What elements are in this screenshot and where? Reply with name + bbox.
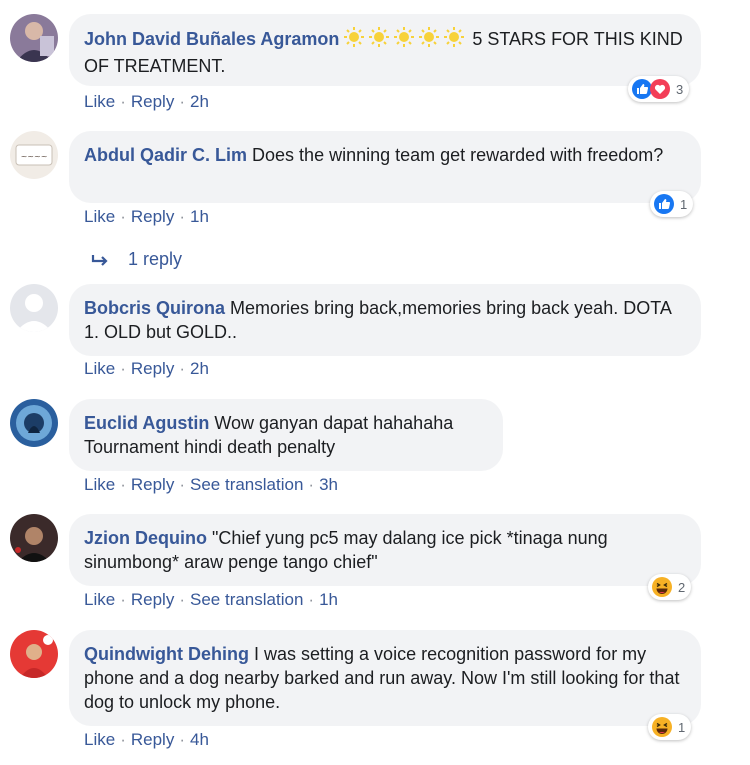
timestamp[interactable]: 3h (319, 475, 338, 494)
sun-icon (369, 27, 390, 47)
timestamp[interactable]: 1h (319, 590, 338, 609)
star-rating-icons (343, 26, 468, 54)
comment-author[interactable]: John David Buñales Agramon (84, 29, 339, 49)
comment-bubble: Bobcris Quirona Memories bring back,memo… (69, 284, 701, 356)
separator-dot: · (179, 207, 185, 226)
separator-dot: · (308, 475, 315, 494)
reaction-count: 2 (678, 579, 686, 595)
reaction-summary[interactable]: 2 (648, 574, 692, 600)
reaction-count: 3 (676, 81, 684, 97)
avatar[interactable] (10, 630, 58, 678)
separator-dot: · (179, 730, 185, 749)
comment-author[interactable]: Abdul Qadir C. Lim (84, 145, 247, 165)
timestamp[interactable]: 2h (190, 359, 209, 378)
love-icon (650, 79, 670, 99)
separator-dot: · (308, 590, 315, 609)
reply-arrow-icon (91, 254, 108, 266)
separator-dot: · (120, 475, 126, 494)
timestamp[interactable]: 1h (190, 207, 209, 226)
comment-author[interactable]: Quindwight Dehing (84, 644, 249, 664)
comment-bubble: John David Buñales Agramon 5 STARS FOR T… (69, 14, 701, 86)
comment-actions: Like · Reply · See translation · 1h (84, 590, 338, 610)
reply-link[interactable]: Reply (131, 359, 174, 378)
like-icon (654, 194, 674, 214)
reaction-count: 1 (678, 719, 686, 735)
comment-actions: Like · Reply · 1h (84, 207, 209, 227)
comment-author[interactable]: Bobcris Quirona (84, 298, 225, 318)
separator-dot: · (179, 359, 185, 378)
avatar[interactable] (10, 284, 58, 332)
see-translation-link[interactable]: See translation (190, 590, 303, 609)
separator-dot: · (179, 92, 185, 111)
comment-author[interactable]: Jzion Dequino (84, 528, 207, 548)
like-link[interactable]: Like (84, 207, 115, 226)
separator-dot: · (120, 207, 126, 226)
comment-actions: Like · Reply · See translation · 3h (84, 475, 338, 495)
sun-icon (344, 27, 365, 47)
view-replies-link[interactable]: 1 reply (90, 249, 182, 270)
separator-dot: · (120, 730, 126, 749)
separator-dot: · (120, 590, 126, 609)
comment-actions: Like · Reply · 4h (84, 730, 209, 750)
separator-dot: · (179, 590, 185, 609)
like-link[interactable]: Like (84, 359, 115, 378)
timestamp[interactable]: 4h (190, 730, 209, 749)
sun-icon (444, 27, 465, 47)
replies-count-label: 1 reply (128, 249, 183, 269)
reaction-summary[interactable]: 3 (628, 76, 690, 102)
reply-link[interactable]: Reply (131, 475, 174, 494)
sun-icon (394, 27, 415, 47)
reaction-summary[interactable]: 1 (648, 714, 692, 740)
like-link[interactable]: Like (84, 92, 115, 111)
separator-dot: · (120, 359, 126, 378)
separator-dot: · (179, 475, 185, 494)
reply-link[interactable]: Reply (131, 92, 174, 111)
comment-bubble: Jzion Dequino "Chief yung pc5 may dalang… (69, 514, 701, 586)
haha-icon (652, 577, 672, 597)
comment-actions: Like · Reply · 2h (84, 92, 209, 112)
reply-link[interactable]: Reply (131, 730, 174, 749)
sun-icon (419, 27, 440, 47)
avatar[interactable] (10, 399, 58, 447)
comment-bubble: Abdul Qadir C. Lim Does the winning team… (69, 131, 701, 203)
reply-link[interactable]: Reply (131, 590, 174, 609)
haha-icon (652, 717, 672, 737)
see-translation-link[interactable]: See translation (190, 475, 303, 494)
comment-bubble: Quindwight Dehing I was setting a voice … (69, 630, 701, 726)
like-link[interactable]: Like (84, 590, 115, 609)
reaction-summary[interactable]: 1 (650, 191, 694, 217)
reply-link[interactable]: Reply (131, 207, 174, 226)
comment-text: Does the winning team get rewarded with … (252, 145, 664, 165)
avatar[interactable] (10, 14, 58, 62)
avatar[interactable] (10, 514, 58, 562)
comment-actions: Like · Reply · 2h (84, 359, 209, 379)
svg-text:~~~~: ~~~~ (21, 152, 48, 161)
separator-dot: · (120, 92, 126, 111)
comment-author[interactable]: Euclid Agustin (84, 413, 209, 433)
reaction-count: 1 (680, 196, 688, 212)
timestamp[interactable]: 2h (190, 92, 209, 111)
avatar[interactable]: ~~~~ (10, 131, 58, 179)
like-link[interactable]: Like (84, 730, 115, 749)
comment-bubble: Euclid Agustin Wow ganyan dapat hahahaha… (69, 399, 503, 471)
like-link[interactable]: Like (84, 475, 115, 494)
